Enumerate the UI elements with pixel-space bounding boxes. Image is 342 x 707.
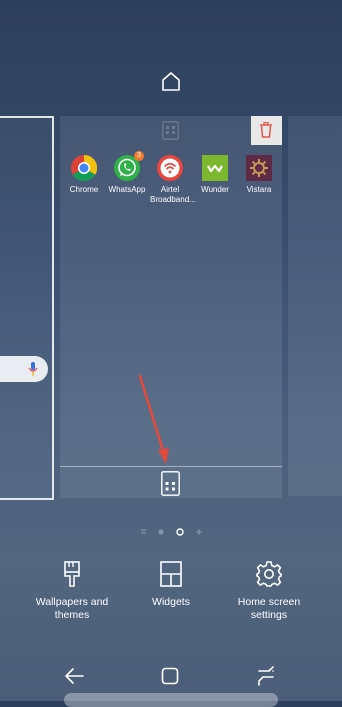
airtel-icon xyxy=(157,155,183,181)
notification-badge: 3 xyxy=(134,151,144,161)
app-vistara[interactable]: Vistara xyxy=(239,154,279,195)
paintbrush-icon xyxy=(64,561,80,587)
gesture-handle xyxy=(64,693,278,707)
chrome-icon xyxy=(71,154,98,182)
app-label: WhatsApp xyxy=(108,185,146,194)
widgets-icon xyxy=(160,561,182,587)
gear-icon xyxy=(256,561,282,587)
red-arrow-annotation xyxy=(138,374,169,464)
option-label: Wallpapers and themes xyxy=(35,596,109,621)
recents-icon[interactable] xyxy=(161,667,179,685)
right-page-thumbnail[interactable] xyxy=(288,116,342,496)
wunder-icon xyxy=(202,155,228,181)
app-label: Vistara xyxy=(246,185,272,194)
app-label: Wunder xyxy=(201,185,229,194)
app-chrome[interactable]: Chrome xyxy=(64,154,104,195)
mic-icon xyxy=(28,362,38,376)
home-page-icon[interactable] xyxy=(160,70,182,92)
apps-grid-icon[interactable] xyxy=(161,471,180,496)
trash-icon xyxy=(260,122,272,138)
option-label: Widgets xyxy=(152,596,190,608)
page-indicator xyxy=(141,528,202,536)
widgets-button[interactable]: Widgets xyxy=(121,560,221,609)
app-grid-icon xyxy=(162,121,179,140)
search-bar-widget xyxy=(0,356,48,382)
option-label: Home screen settings xyxy=(237,596,301,621)
overview-icon[interactable] xyxy=(256,666,276,686)
back-icon[interactable] xyxy=(64,667,84,685)
app-label: Airtel Broadband... xyxy=(150,185,196,204)
app-airtel-broadband[interactable]: Airtel Broadband... xyxy=(150,154,196,205)
wallpapers-and-themes-button[interactable]: Wallpapers and themes xyxy=(22,560,122,621)
vistara-icon xyxy=(246,155,272,181)
left-page-thumbnail[interactable] xyxy=(0,116,54,500)
app-wunder[interactable]: Wunder xyxy=(195,154,235,195)
home-screen-settings-button[interactable]: Home screen settings xyxy=(219,560,319,621)
app-label: Chrome xyxy=(69,185,99,194)
